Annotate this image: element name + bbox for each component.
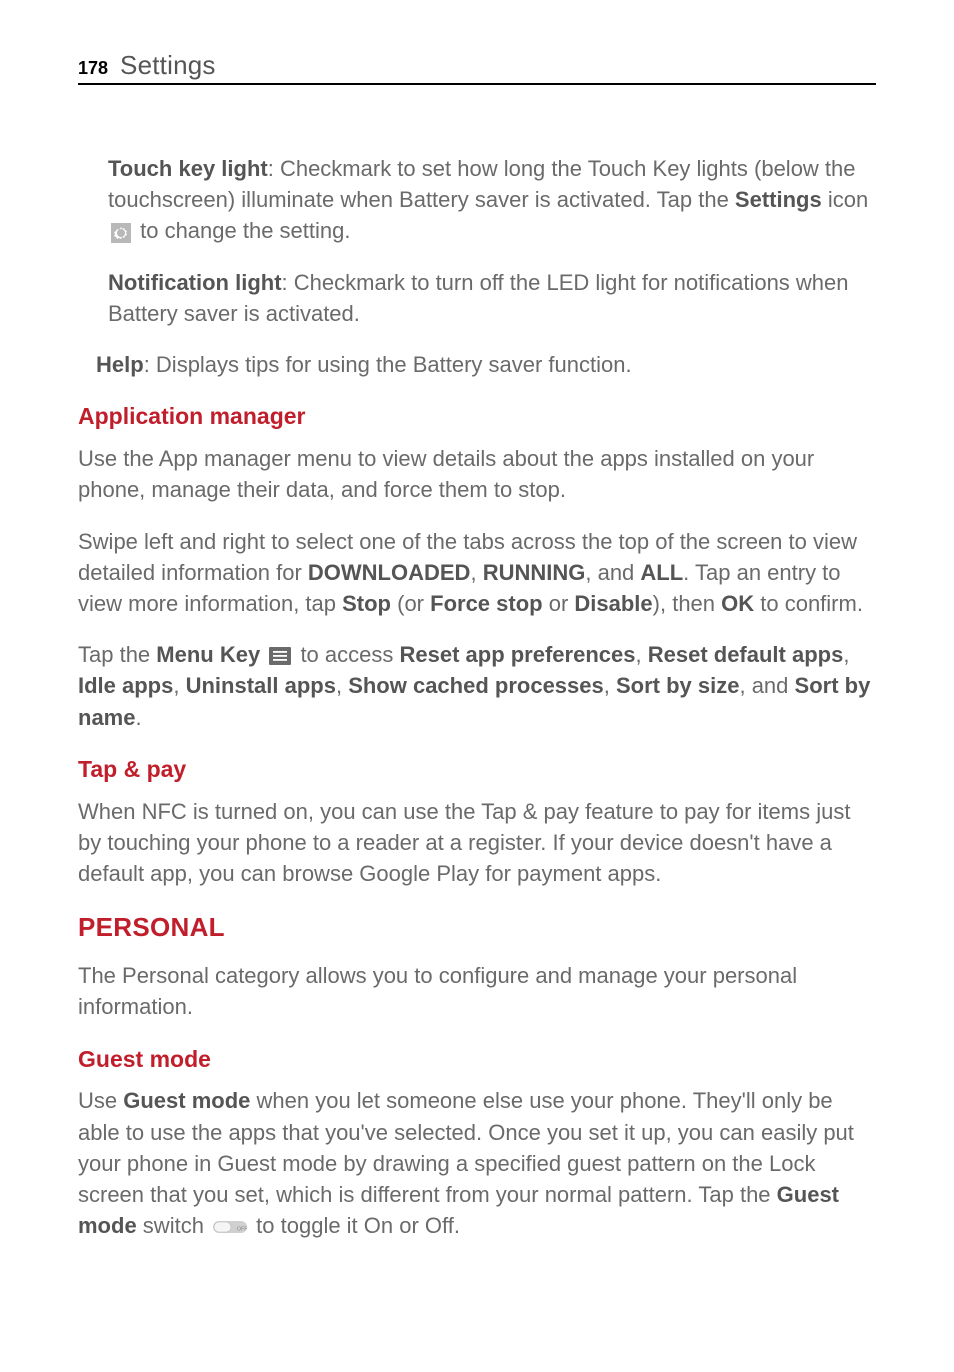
text: (or <box>391 591 430 616</box>
text: Use <box>78 1088 123 1113</box>
svg-text:OFF: OFF <box>237 1227 247 1233</box>
tap-and-pay-heading: Tap & pay <box>78 753 876 786</box>
text: or <box>543 591 575 616</box>
uninstall-apps-label: Uninstall apps <box>186 673 336 698</box>
running-tab-label: RUNNING <box>483 560 586 585</box>
menu-icon <box>269 647 291 665</box>
idle-apps-label: Idle apps <box>78 673 173 698</box>
application-manager-heading: Application manager <box>78 400 876 433</box>
text: , <box>336 673 348 698</box>
notification-light-label: Notification light <box>108 270 282 295</box>
text: to confirm. <box>754 591 863 616</box>
text: . <box>135 705 141 730</box>
text: , <box>843 642 849 667</box>
reset-default-apps-label: Reset default apps <box>648 642 844 667</box>
guest-mode-heading: Guest mode <box>78 1043 876 1076</box>
text: , and <box>739 673 794 698</box>
text: , <box>604 673 616 698</box>
downloaded-tab-label: DOWNLOADED <box>308 560 471 585</box>
touch-key-light-paragraph: Touch key light: Checkmark to set how lo… <box>78 153 876 247</box>
page-number: 178 <box>78 58 108 79</box>
ok-label: OK <box>721 591 754 616</box>
toggle-switch-icon: OFF <box>213 1218 247 1236</box>
page-title: Settings <box>120 50 216 81</box>
menu-key-label: Menu Key <box>156 642 260 667</box>
text: , <box>635 642 647 667</box>
text: to toggle it On or Off. <box>250 1213 460 1238</box>
text: to access <box>294 642 399 667</box>
app-manager-para-3: Tap the Menu Key to access Reset app pre… <box>78 639 876 733</box>
text: Tap the <box>78 642 156 667</box>
text: ), then <box>653 591 721 616</box>
text: switch <box>137 1213 210 1238</box>
document-page: 178 Settings Touch key light: Checkmark … <box>0 0 954 1372</box>
page-body: Touch key light: Checkmark to set how lo… <box>78 153 876 1242</box>
guest-mode-paragraph: Use Guest mode when you let someone else… <box>78 1085 876 1241</box>
personal-paragraph: The Personal category allows you to conf… <box>78 960 876 1022</box>
app-manager-para-2: Swipe left and right to select one of th… <box>78 526 876 620</box>
text: to change the setting. <box>134 218 351 243</box>
text: , <box>470 560 482 585</box>
page-header: 178 Settings <box>78 50 876 85</box>
touch-key-light-label: Touch key light <box>108 156 268 181</box>
guest-mode-label: Guest mode <box>123 1088 250 1113</box>
all-tab-label: ALL <box>640 560 683 585</box>
app-manager-para-1: Use the App manager menu to view details… <box>78 443 876 505</box>
text: : Displays tips for using the Battery sa… <box>144 352 632 377</box>
personal-heading: PERSONAL <box>78 909 876 946</box>
reset-app-preferences-label: Reset app preferences <box>399 642 635 667</box>
help-label: Help <box>96 352 144 377</box>
stop-label: Stop <box>342 591 391 616</box>
notification-light-paragraph: Notification light: Checkmark to turn of… <box>78 267 876 329</box>
text: , and <box>585 560 640 585</box>
disable-label: Disable <box>574 591 652 616</box>
text: , <box>173 673 185 698</box>
settings-label: Settings <box>735 187 822 212</box>
help-paragraph: Help: Displays tips for using the Batter… <box>78 349 876 380</box>
sort-by-size-label: Sort by size <box>616 673 739 698</box>
tap-and-pay-paragraph: When NFC is turned on, you can use the T… <box>78 796 876 890</box>
force-stop-label: Force stop <box>430 591 542 616</box>
gear-icon <box>111 223 131 243</box>
text: icon <box>822 187 868 212</box>
show-cached-processes-label: Show cached processes <box>348 673 604 698</box>
